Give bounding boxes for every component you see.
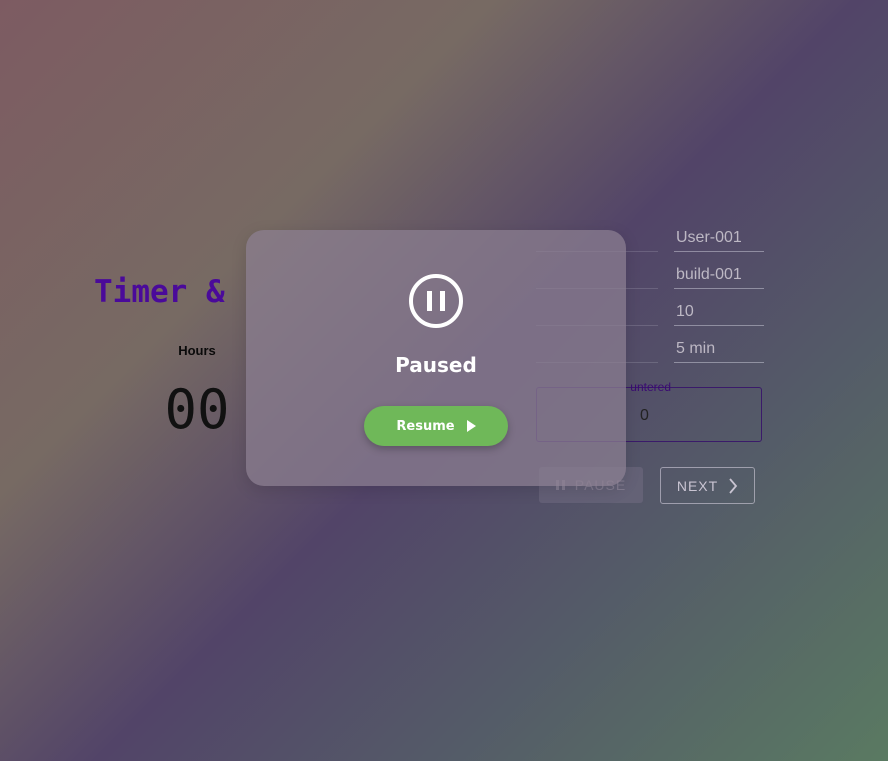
resume-button-label: Resume — [396, 418, 455, 434]
field-duration-value[interactable]: 5 min — [674, 340, 764, 363]
bugs-encountered-value[interactable]: 0 — [640, 407, 649, 425]
next-button[interactable]: NEXT — [660, 467, 755, 504]
page-title: Timer & — [94, 274, 225, 310]
paused-status: Paused — [395, 353, 477, 377]
play-icon — [466, 420, 476, 432]
chevron-right-icon — [729, 477, 738, 494]
next-button-label: NEXT — [676, 477, 719, 494]
paused-overlay: Paused Resume — [246, 230, 626, 486]
hours-label: Hours — [178, 343, 216, 358]
resume-button[interactable]: Resume — [364, 406, 508, 446]
field-count-value[interactable]: 10 — [674, 303, 764, 326]
pause-circle-icon — [409, 274, 463, 328]
field-user-value[interactable]: User-001 — [674, 229, 764, 252]
bugs-encountered-label: untered — [630, 380, 671, 394]
field-build-value[interactable]: build-001 — [674, 266, 764, 289]
hours-value: 00 — [164, 378, 230, 441]
